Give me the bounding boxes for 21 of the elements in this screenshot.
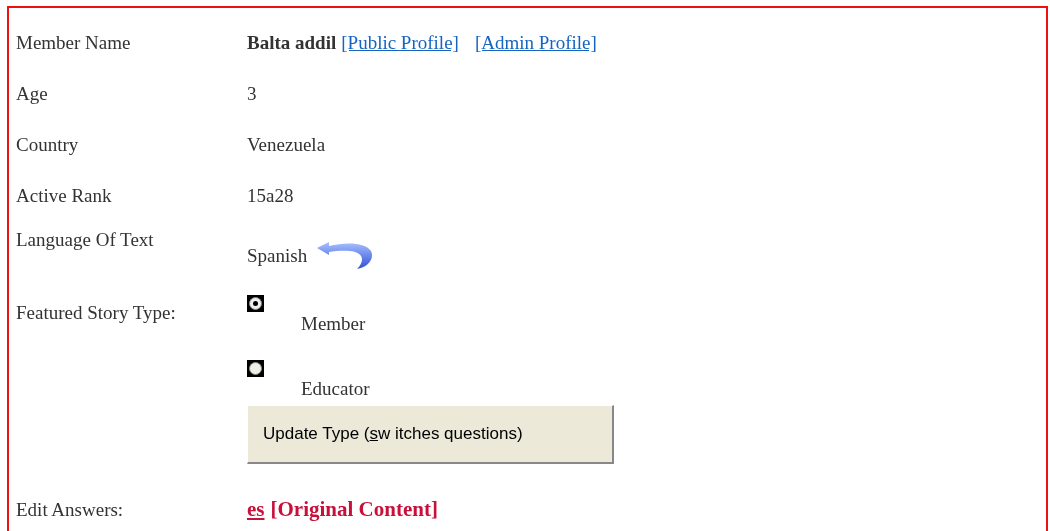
field-label: Featured Story Type: — [16, 301, 177, 325]
profile-link[interactable]: [Admin Profile] — [474, 29, 597, 58]
language-link[interactable]: es — [247, 494, 265, 526]
member-name: Balta addil — [247, 31, 337, 56]
radio-label: Educator — [301, 377, 370, 401]
field-label: Country — [16, 133, 80, 158]
radio-label: Member — [301, 312, 366, 336]
radio-button[interactable] — [247, 360, 264, 377]
field-label: Active Rank — [16, 184, 113, 209]
field-label: Edit Answers: — [16, 497, 125, 522]
original-content-label: [Original Content] — [270, 496, 438, 523]
radio-button[interactable] — [247, 295, 264, 312]
field-value: Spanish — [247, 244, 308, 268]
update-type-button[interactable]: Update Type (sw itches questions) — [247, 405, 614, 464]
field-label: Member Name — [16, 31, 132, 56]
field-value: 15a28 — [247, 184, 294, 209]
field-value: 3 — [247, 82, 257, 107]
profile-link[interactable]: [Public Profile] — [341, 29, 459, 58]
field-label: Language Of Text — [16, 228, 155, 252]
field-value: Venezuela — [247, 133, 326, 158]
field-label: Age — [16, 82, 49, 107]
